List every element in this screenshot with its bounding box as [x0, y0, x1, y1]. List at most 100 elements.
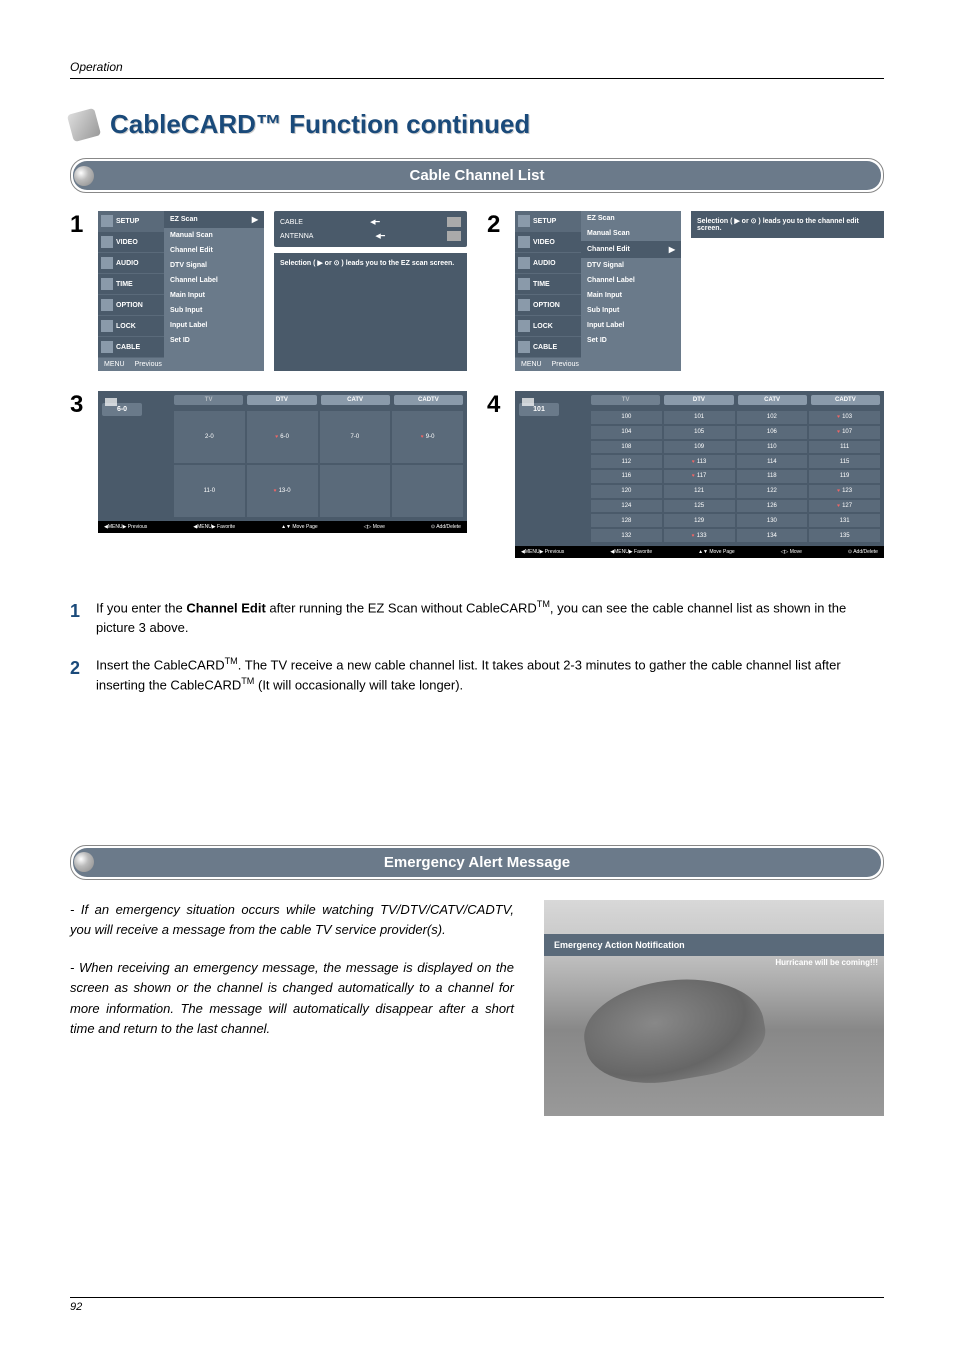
menu-item-channeledit[interactable]: Channel Edit▶: [581, 241, 681, 258]
sidebar-item-cable[interactable]: CABLE: [515, 337, 581, 358]
channel-cell[interactable]: ♥117: [664, 470, 735, 483]
channel-cell[interactable]: 120: [591, 485, 662, 498]
sidebar-item-lock[interactable]: LOCK: [98, 316, 164, 337]
channel-cell[interactable]: 7-0: [320, 411, 391, 463]
sidebar-item-audio[interactable]: AUDIO: [98, 253, 164, 274]
channel-number: 117: [697, 473, 707, 479]
tab-tv[interactable]: TV: [174, 395, 243, 405]
channel-cell[interactable]: ♥113: [664, 455, 735, 468]
channel-cell[interactable]: 112: [591, 455, 662, 468]
channel-cell[interactable]: 115: [809, 455, 880, 468]
channel-number: 122: [767, 488, 777, 494]
sidebar-item-time[interactable]: TIME: [98, 274, 164, 295]
sidebar-item-option[interactable]: OPTION: [515, 295, 581, 316]
sidebar-item-cable[interactable]: CABLE: [98, 337, 164, 358]
sidebar-item-audio[interactable]: AUDIO: [515, 253, 581, 274]
channel-cell[interactable]: ♥127: [809, 500, 880, 513]
menu-item-ezscan[interactable]: EZ Scan▶: [164, 211, 264, 228]
channel-cell[interactable]: ♥107: [809, 426, 880, 439]
channel-cell[interactable]: 110: [737, 441, 808, 454]
channel-cell[interactable]: 131: [809, 514, 880, 527]
channel-cell[interactable]: ♥123: [809, 485, 880, 498]
tab-dtv[interactable]: DTV: [247, 395, 316, 405]
time-icon: [101, 278, 113, 290]
channel-number: 129: [694, 518, 704, 524]
channel-cell[interactable]: 102: [737, 411, 808, 424]
channel-cell[interactable]: ♥103: [809, 411, 880, 424]
sidebar-item-lock[interactable]: LOCK: [515, 316, 581, 337]
channel-number: 121: [694, 488, 704, 494]
tab-dtv[interactable]: DTV: [664, 395, 733, 405]
tab-catv[interactable]: CATV: [738, 395, 807, 405]
channel-cell[interactable]: 114: [737, 455, 808, 468]
tab-cadtv[interactable]: CADTV: [394, 395, 463, 405]
menu-item-channellabel[interactable]: Channel Label: [581, 273, 681, 288]
channel-cell[interactable]: 101: [664, 411, 735, 424]
menu-item-inputlabel[interactable]: Input Label: [581, 318, 681, 333]
sidebar-item-time[interactable]: TIME: [515, 274, 581, 295]
channel-cell[interactable]: 135: [809, 529, 880, 542]
menu-item-subinput[interactable]: Sub Input: [164, 303, 264, 318]
menu-item-channeledit[interactable]: Channel Edit: [164, 243, 264, 258]
menu-item-channellabel[interactable]: Channel Label: [164, 273, 264, 288]
channel-cell[interactable]: 132: [591, 529, 662, 542]
footer-prev: Previous: [135, 361, 162, 368]
channel-cell[interactable]: ♥13-0: [247, 465, 318, 517]
sidebar-item-video[interactable]: VIDEO: [515, 232, 581, 253]
sidebar-item-setup[interactable]: SETUP: [98, 211, 164, 232]
channel-number: 100: [621, 414, 631, 420]
sidebar-item-video[interactable]: VIDEO: [98, 232, 164, 253]
tab-cadtv[interactable]: CADTV: [811, 395, 880, 405]
sidebar-item-option[interactable]: OPTION: [98, 295, 164, 316]
channel-cell[interactable]: 116: [591, 470, 662, 483]
channel-cell[interactable]: 100: [591, 411, 662, 424]
channel-number: 107: [842, 429, 852, 435]
menu-item-ezscan[interactable]: EZ Scan: [581, 211, 681, 226]
text-fragment: Insert the CableCARD: [96, 658, 225, 673]
menu-item-inputlabel[interactable]: Input Label: [164, 318, 264, 333]
menu-item-dtvsignal[interactable]: DTV Signal: [164, 258, 264, 273]
tab-tv[interactable]: TV: [591, 395, 660, 405]
channel-cell[interactable]: 111: [809, 441, 880, 454]
footer-menu: MENU: [104, 361, 125, 368]
channel-cell[interactable]: 118: [737, 470, 808, 483]
channel-cell[interactable]: 122: [737, 485, 808, 498]
menu-item-manual[interactable]: Manual Scan: [164, 228, 264, 243]
channel-cell[interactable]: 108: [591, 441, 662, 454]
channel-cell[interactable]: 121: [664, 485, 735, 498]
channel-cell[interactable]: 134: [737, 529, 808, 542]
channel-cell[interactable]: 104: [591, 426, 662, 439]
menu-item-subinput[interactable]: Sub Input: [581, 303, 681, 318]
channel-number: 13-0: [279, 488, 291, 494]
menu-item-setid[interactable]: Set ID: [164, 333, 264, 348]
menu-item-manual[interactable]: Manual Scan: [581, 226, 681, 241]
channel-cell[interactable]: 129: [664, 514, 735, 527]
heart-icon: ♥: [275, 434, 278, 440]
channel-cell[interactable]: 126: [737, 500, 808, 513]
channel-cell[interactable]: 124: [591, 500, 662, 513]
tab-catv[interactable]: CATV: [321, 395, 390, 405]
section-title: Emergency Alert Message: [73, 848, 881, 877]
menu-item-dtvsignal[interactable]: DTV Signal: [581, 258, 681, 273]
channel-cell[interactable]: 11-0: [174, 465, 245, 517]
channel-number: 113: [697, 459, 707, 465]
channel-cell[interactable]: ♥9-0: [392, 411, 463, 463]
channel-cell[interactable]: 128: [591, 514, 662, 527]
channel-cell[interactable]: ♥133: [664, 529, 735, 542]
menu-item-maininput[interactable]: Main Input: [581, 288, 681, 303]
channel-cell[interactable]: 125: [664, 500, 735, 513]
channel-number: 104: [621, 429, 631, 435]
channel-cell[interactable]: 2-0: [174, 411, 245, 463]
channel-cell[interactable]: 119: [809, 470, 880, 483]
channel-cell[interactable]: 105: [664, 426, 735, 439]
menu-item-maininput[interactable]: Main Input: [164, 288, 264, 303]
channel-cell[interactable]: [320, 465, 391, 517]
channel-cell[interactable]: 109: [664, 441, 735, 454]
channel-cell[interactable]: 130: [737, 514, 808, 527]
sidebar-item-setup[interactable]: SETUP: [515, 211, 581, 232]
menu-item-setid[interactable]: Set ID: [581, 333, 681, 348]
channel-cell[interactable]: ♥6-0: [247, 411, 318, 463]
heart-icon: ♥: [837, 414, 840, 420]
channel-cell[interactable]: 106: [737, 426, 808, 439]
channel-cell[interactable]: [392, 465, 463, 517]
